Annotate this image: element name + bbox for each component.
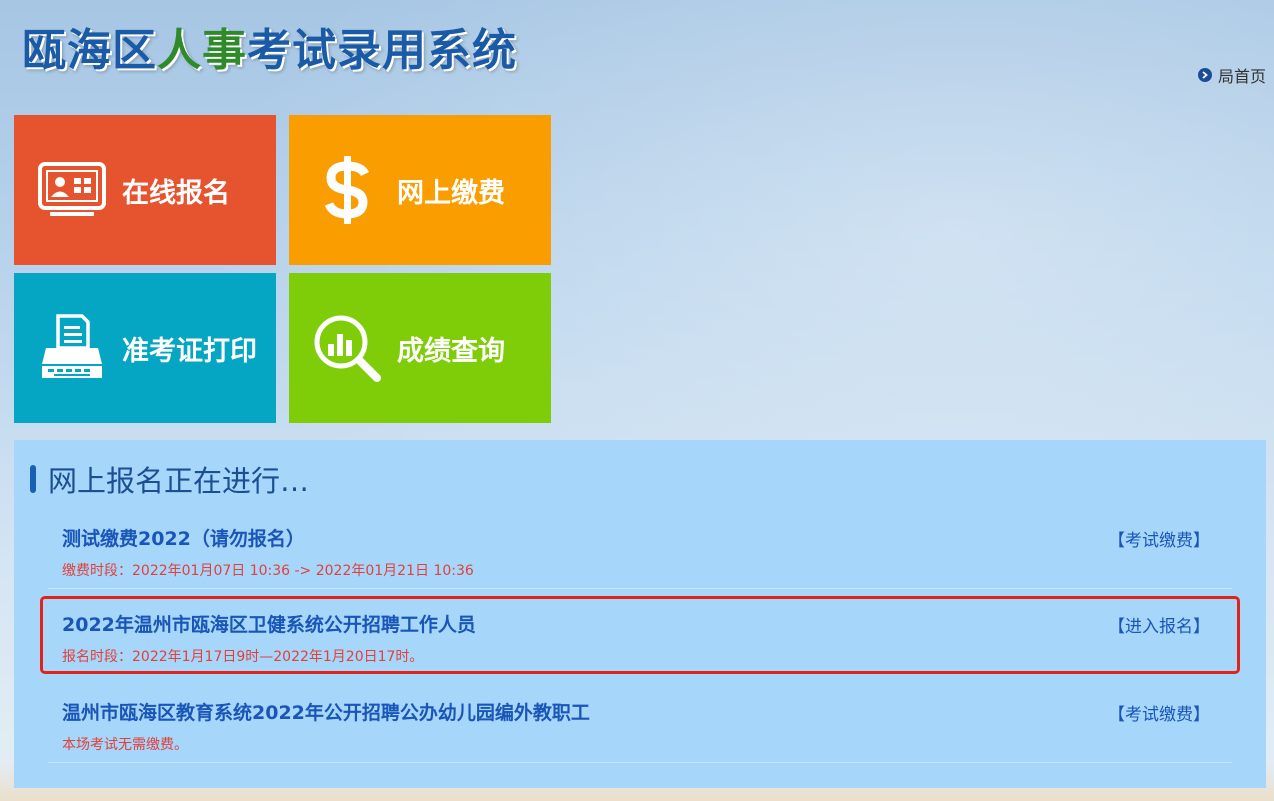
panel-header: 网上报名正在进行… bbox=[30, 458, 309, 500]
tile-score-query-label: 成绩查询 bbox=[397, 335, 505, 367]
tile-score-query[interactable]: 成绩查询 bbox=[289, 273, 551, 423]
tile-online-registration[interactable]: 在线报名 bbox=[14, 115, 276, 265]
home-link[interactable]: 局首页 bbox=[1198, 64, 1266, 86]
tile-ticket-print[interactable]: 准考证打印 bbox=[14, 273, 276, 423]
divider bbox=[48, 762, 1232, 763]
list-item-title[interactable]: 温州市瓯海区教育系统2022年公开招聘公办幼儿园编外教职工 bbox=[62, 698, 590, 725]
divider bbox=[48, 588, 1232, 589]
magnifier-chart-icon bbox=[311, 312, 383, 384]
chevron-right-icon bbox=[1198, 68, 1212, 82]
logo-text-part3: 考试录用系统 bbox=[247, 25, 517, 76]
tile-online-payment[interactable]: 网上缴费 bbox=[289, 115, 551, 265]
list-item-action-payment[interactable]: 【考试缴费】 bbox=[1108, 700, 1210, 725]
printer-icon bbox=[36, 312, 108, 384]
registration-screen-icon bbox=[36, 154, 108, 226]
tile-ticket-print-label: 准考证打印 bbox=[122, 335, 257, 367]
site-logo: 瓯海区人事考试录用系统 bbox=[22, 14, 517, 76]
list-item-title[interactable]: 测试缴费2022（请勿报名） bbox=[62, 524, 305, 551]
panel-title: 网上报名正在进行… bbox=[48, 464, 310, 498]
dollar-icon bbox=[311, 154, 383, 226]
panel-title-bar bbox=[30, 465, 36, 493]
tile-online-payment-label: 网上缴费 bbox=[397, 177, 505, 209]
list-item-subtitle: 缴费时段：2022年01月07日 10:36 -> 2022年01月21日 10… bbox=[62, 563, 474, 579]
tile-online-registration-label: 在线报名 bbox=[122, 177, 230, 209]
logo-text-part1: 瓯海区 bbox=[22, 25, 157, 76]
home-link-label: 局首页 bbox=[1218, 67, 1267, 86]
highlight-box bbox=[40, 596, 1240, 674]
list-item-subtitle: 本场考试无需缴费。 bbox=[62, 737, 188, 753]
list-item-action-payment[interactable]: 【考试缴费】 bbox=[1108, 526, 1210, 551]
logo-text-part2: 人事 bbox=[157, 25, 247, 76]
